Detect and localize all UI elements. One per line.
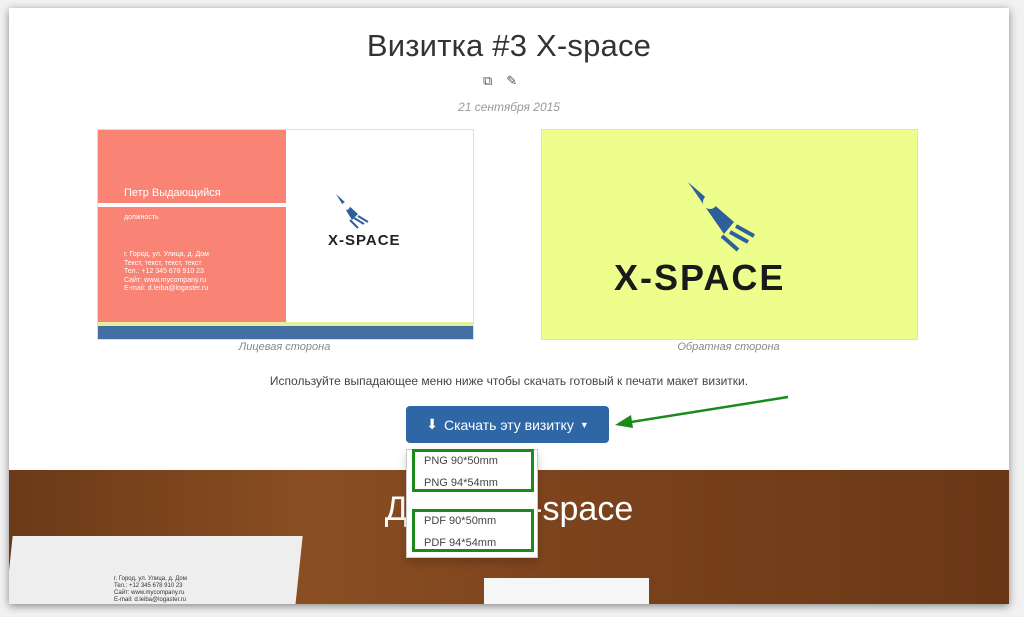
card-front-name: Петр Выдающийся bbox=[124, 187, 221, 199]
publish-date: 21 сентября 2015 bbox=[458, 100, 560, 114]
pencil-icon[interactable]: ✎ bbox=[506, 73, 517, 89]
card-front-detail-line: Сайт: www.mycompany.ru bbox=[124, 276, 207, 284]
card-front-detail-line: Тел.: +12 345 678 910 23 bbox=[124, 268, 204, 275]
card-front-detail-line: г. Город, ул. Улица, д. Дом bbox=[124, 251, 209, 258]
mockup-paper-line: E-mail: d.leiba@logaster.ru bbox=[114, 597, 187, 603]
dropdown-item-pdf-90x50[interactable]: PDF 90*50mm bbox=[424, 515, 496, 527]
mockup-paper-line: Сайт: www.mycompany.ru bbox=[114, 590, 185, 596]
page-title: Визитка #3 X-space bbox=[366, 28, 652, 63]
mockup-paper-line: г. Город, ул. Улица, д. Дом bbox=[114, 576, 187, 582]
download-button-label: Скачать эту визитку bbox=[443, 416, 574, 433]
card-front-preview: Петр Выдающийся должность г. Город, ул. … bbox=[97, 129, 474, 340]
mockup-paper-text: г. Город, ул. Улица, д. Дом Тел.: +12 34… bbox=[114, 576, 187, 604]
download-icon: ⬇ bbox=[426, 416, 438, 432]
mockup-paper-line: Тел.: +12 345 678 910 23 bbox=[114, 583, 183, 589]
card-front-color-panel bbox=[98, 130, 286, 326]
mockup-paper bbox=[484, 578, 649, 604]
card-front-details: г. Город, ул. Улица, д. Дом Текст, текст… bbox=[124, 251, 209, 294]
card-front-detail-line: Текст, текст, текст, текст bbox=[124, 259, 202, 267]
dropdown-item-png-90x50[interactable]: PNG 90*50mm bbox=[424, 455, 498, 467]
green-arrow-icon bbox=[615, 395, 789, 428]
download-instructions: Используйте выпадающее меню ниже чтобы с… bbox=[269, 374, 749, 388]
dropdown-item-pdf-94x54[interactable]: PDF 94*54mm bbox=[424, 537, 496, 549]
action-icons: ⧉ ✎ bbox=[483, 73, 517, 89]
front-caption: Лицевая сторона bbox=[238, 341, 331, 353]
card-front-bottom-stripe bbox=[98, 326, 473, 339]
chevron-down-icon: ▼ bbox=[579, 419, 589, 430]
card-front-detail-line: E-mail: d.leiba@logaster.ru bbox=[124, 285, 209, 292]
back-caption: Обратная сторона bbox=[677, 341, 780, 353]
download-card-button[interactable]: ⬇ Скачать эту визитку ▼ bbox=[406, 406, 609, 443]
card-front-position: должность bbox=[124, 214, 159, 221]
dropdown-item-png-94x54[interactable]: PNG 94*54mm bbox=[424, 477, 498, 489]
copy-icon[interactable]: ⧉ bbox=[483, 73, 492, 89]
card-front-divider bbox=[98, 203, 286, 207]
page-frame: Визитка #3 X-space ⧉ ✎ 21 сентября 2015 … bbox=[9, 8, 1009, 604]
card-back-preview: X-SPACE bbox=[541, 129, 918, 340]
rocket-logo-icon bbox=[688, 182, 755, 252]
card-back-brand: X-SPACE bbox=[614, 257, 786, 298]
card-front-brand: X-SPACE bbox=[328, 232, 401, 249]
rocket-logo-icon bbox=[336, 194, 369, 229]
